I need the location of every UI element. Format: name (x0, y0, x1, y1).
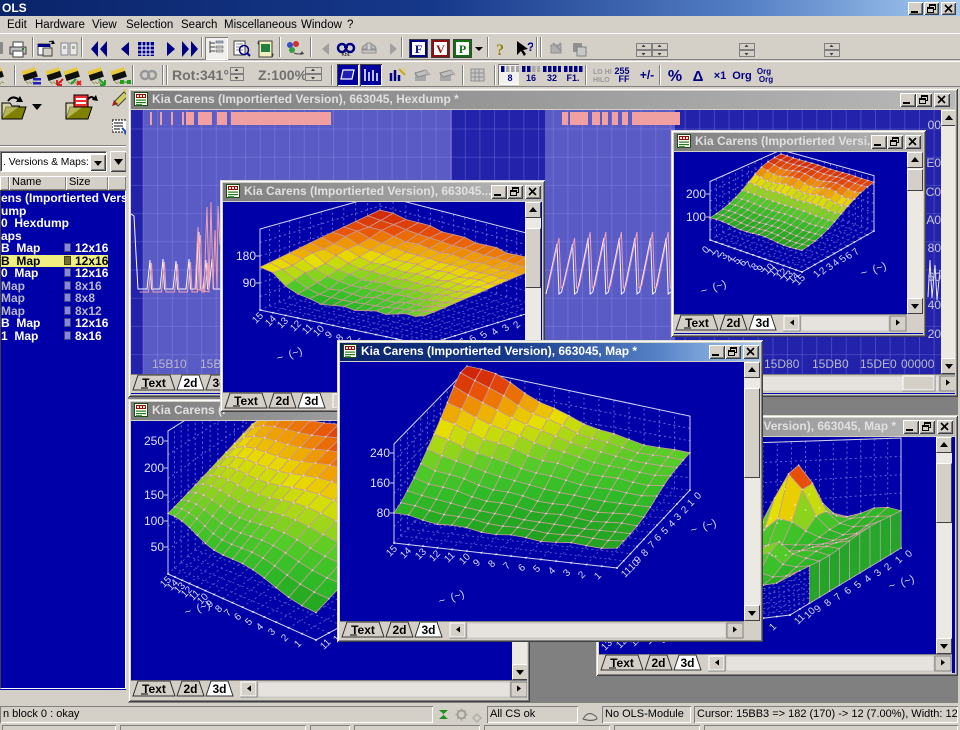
svg-text:3d: 3d (421, 623, 435, 637)
svg-text:250: 250 (144, 434, 164, 448)
svg-text:Org: Org (732, 70, 752, 82)
svg-text:?: ? (496, 42, 503, 59)
svg-text:240: 240 (370, 446, 390, 460)
svg-text:F1.: F1. (566, 73, 579, 83)
svg-text:F: F (415, 42, 422, 56)
svg-text:HILO: HILO (593, 77, 610, 84)
svg-text:3d: 3d (755, 316, 769, 330)
svg-text:8: 8 (507, 73, 512, 83)
svg-text:%: % (668, 68, 682, 85)
svg-text:+/-: +/- (640, 68, 654, 82)
svg-text:16: 16 (526, 73, 536, 83)
svg-text:?: ? (527, 40, 533, 54)
svg-text:80: 80 (377, 506, 391, 520)
svg-text:100: 100 (144, 514, 164, 528)
svg-text:V: V (436, 42, 445, 56)
svg-text:200: 200 (144, 461, 164, 475)
svg-text:100: 100 (686, 210, 706, 224)
svg-text:150: 150 (144, 488, 164, 502)
svg-text:50: 50 (151, 540, 165, 554)
svg-text:Δ: Δ (693, 68, 704, 85)
svg-text:2d: 2d (726, 316, 740, 330)
svg-text:2d: 2d (392, 623, 406, 637)
svg-text:3d: 3d (680, 656, 694, 670)
svg-text:P: P (459, 42, 466, 56)
svg-text:3d: 3d (212, 682, 226, 696)
svg-text:×1: ×1 (714, 70, 727, 82)
svg-text:LO HI: LO HI (593, 69, 612, 76)
svg-text:KbL: KbL (342, 52, 351, 58)
svg-text:180: 180 (236, 249, 256, 263)
svg-text:2d: 2d (651, 656, 665, 670)
svg-text:2d: 2d (183, 376, 197, 390)
svg-text:200: 200 (686, 187, 706, 201)
svg-text:90: 90 (243, 276, 257, 290)
svg-text:FF: FF (619, 74, 630, 84)
svg-text:2d: 2d (183, 682, 197, 696)
svg-text:Org: Org (759, 75, 773, 84)
svg-text:160: 160 (370, 476, 390, 490)
svg-text:32: 32 (547, 73, 557, 83)
svg-text:2d: 2d (275, 394, 289, 408)
svg-text:3d: 3d (304, 394, 318, 408)
